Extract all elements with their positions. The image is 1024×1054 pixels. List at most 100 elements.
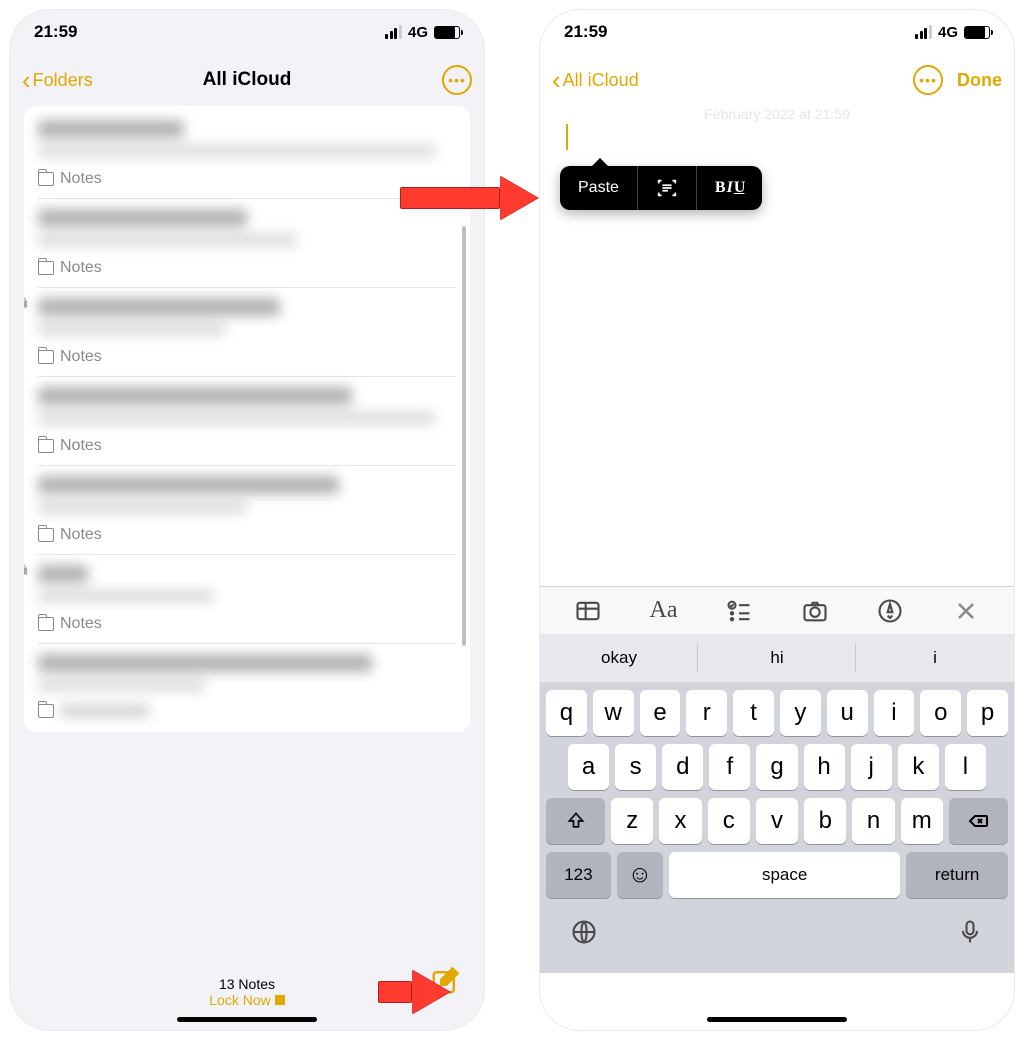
note-editor-screen: 21:59 4G ‹ All iCloud ••• Done February … — [540, 10, 1014, 1030]
format-menu-item[interactable]: BIU — [697, 166, 762, 210]
key-r[interactable]: r — [686, 690, 727, 736]
nav-bar: ‹ Folders All iCloud ••• — [10, 54, 484, 106]
folder-label: Notes — [38, 520, 456, 555]
folder-label — [38, 698, 456, 728]
key-d[interactable]: d — [662, 744, 703, 790]
text-cursor — [566, 124, 568, 150]
key-y[interactable]: y — [780, 690, 821, 736]
suggestion[interactable]: hi — [698, 634, 856, 682]
chevron-left-icon: ‹ — [22, 65, 31, 96]
annotation-arrow — [400, 176, 538, 220]
scan-text-menu-item[interactable] — [638, 166, 697, 210]
key-v[interactable]: v — [756, 798, 798, 844]
note-row[interactable]: Notes — [24, 377, 470, 466]
status-bar: 21:59 4G — [10, 10, 484, 54]
numbers-key[interactable]: 123 — [546, 852, 611, 898]
emoji-key[interactable]: ☺ — [617, 852, 663, 898]
keyboard: okayhii qwertyuiop asdfghjkl zxcvbnm 123… — [540, 634, 1014, 973]
network-label: 4G — [408, 24, 428, 41]
folder-icon — [38, 350, 54, 364]
key-q[interactable]: q — [546, 690, 587, 736]
key-t[interactable]: t — [733, 690, 774, 736]
shift-key[interactable] — [546, 798, 605, 844]
notes-list-screen: 21:59 4G ‹ Folders All iCloud ••• Notes N… — [10, 10, 484, 1030]
formatting-toolbar: Aa — [540, 586, 1014, 634]
key-s[interactable]: s — [615, 744, 656, 790]
space-key[interactable]: space — [669, 852, 900, 898]
key-h[interactable]: h — [804, 744, 845, 790]
status-time: 21:59 — [564, 22, 607, 42]
folder-icon — [38, 172, 54, 186]
network-label: 4G — [938, 24, 958, 41]
folder-label: Notes — [38, 164, 456, 199]
note-row[interactable]: Notes — [24, 466, 470, 555]
key-p[interactable]: p — [967, 690, 1008, 736]
folder-icon — [38, 439, 54, 453]
folder-label: Notes — [38, 253, 456, 288]
close-keyboard-icon[interactable] — [948, 593, 984, 629]
lock-icon — [275, 995, 285, 1005]
note-row[interactable]: Notes — [24, 288, 470, 377]
annotation-arrow — [378, 970, 450, 1014]
key-f[interactable]: f — [709, 744, 750, 790]
folder-label: Notes — [38, 431, 456, 466]
table-icon[interactable] — [570, 593, 606, 629]
key-a[interactable]: a — [568, 744, 609, 790]
key-k[interactable]: k — [898, 744, 939, 790]
more-options-button[interactable]: ••• — [913, 65, 943, 95]
folder-icon — [38, 704, 54, 718]
suggestion-bar: okayhii — [540, 634, 1014, 682]
key-j[interactable]: j — [851, 744, 892, 790]
folder-label: Notes — [38, 342, 456, 377]
signal-icon — [915, 25, 932, 39]
nav-bar: ‹ All iCloud ••• Done — [540, 54, 1014, 106]
folder-icon — [38, 261, 54, 275]
key-e[interactable]: e — [640, 690, 681, 736]
signal-icon — [385, 25, 402, 39]
back-label: Folders — [33, 70, 93, 91]
camera-icon[interactable] — [797, 593, 833, 629]
context-menu: Paste BIU — [560, 166, 762, 210]
key-u[interactable]: u — [827, 690, 868, 736]
suggestion[interactable]: okay — [540, 634, 698, 682]
note-body[interactable]: February 2022 at 21:59 Paste BIU — [540, 106, 1014, 586]
checklist-icon[interactable] — [721, 593, 757, 629]
backspace-key[interactable] — [949, 798, 1008, 844]
key-x[interactable]: x — [659, 798, 701, 844]
text-format-icon[interactable]: Aa — [645, 593, 681, 629]
key-n[interactable]: n — [852, 798, 894, 844]
home-indicator[interactable] — [707, 1017, 847, 1022]
battery-icon — [434, 26, 460, 39]
paste-menu-item[interactable]: Paste — [560, 166, 638, 210]
suggestion[interactable]: i — [856, 634, 1014, 682]
key-b[interactable]: b — [804, 798, 846, 844]
note-row[interactable] — [24, 644, 470, 728]
key-m[interactable]: m — [901, 798, 943, 844]
key-z[interactable]: z — [611, 798, 653, 844]
page-title: All iCloud — [203, 69, 292, 91]
folder-icon — [38, 528, 54, 542]
folder-label: Notes — [38, 609, 456, 644]
key-o[interactable]: o — [920, 690, 961, 736]
folder-icon — [38, 617, 54, 631]
key-l[interactable]: l — [945, 744, 986, 790]
markup-icon[interactable] — [872, 593, 908, 629]
back-button[interactable]: ‹ All iCloud — [552, 65, 639, 96]
back-label: All iCloud — [563, 70, 639, 91]
home-indicator[interactable] — [177, 1017, 317, 1022]
key-w[interactable]: w — [593, 690, 634, 736]
note-row[interactable]: Notes — [24, 555, 470, 644]
key-g[interactable]: g — [756, 744, 797, 790]
status-time: 21:59 — [34, 22, 77, 42]
chevron-left-icon: ‹ — [552, 65, 561, 96]
key-i[interactable]: i — [874, 690, 915, 736]
return-key[interactable]: return — [906, 852, 1008, 898]
more-options-button[interactable]: ••• — [442, 65, 472, 95]
dictation-key[interactable] — [956, 918, 984, 951]
status-bar: 21:59 4G — [540, 10, 1014, 54]
key-c[interactable]: c — [708, 798, 750, 844]
back-button[interactable]: ‹ Folders — [22, 65, 93, 96]
globe-key[interactable] — [570, 918, 598, 951]
done-button[interactable]: Done — [957, 70, 1002, 91]
status-icons: 4G — [915, 24, 990, 41]
